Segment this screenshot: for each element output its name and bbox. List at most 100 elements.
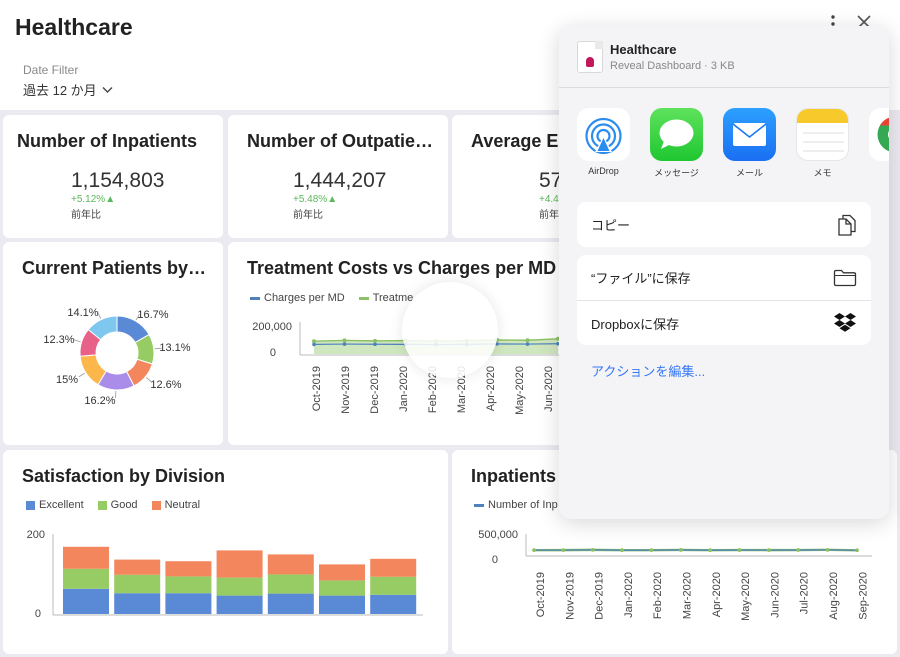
x-tick-label: Jun-2020 [543, 366, 555, 412]
data-point [796, 548, 801, 552]
x-tick-label: Jun-2020 [769, 572, 781, 618]
x-tick-label: Apr-2020 [711, 572, 723, 617]
x-tick-label: Oct-2019 [535, 572, 547, 617]
shared-file-name: Healthcare [610, 42, 677, 57]
share-action-save-dropbox[interactable]: Dropboxに保存 [577, 300, 871, 345]
current-patients-card[interactable]: Current Patients by… 16.7% 13.1% 12.6% 16.2… [3, 242, 223, 445]
data-point [532, 548, 536, 553]
kpi-title: Average E [471, 131, 559, 151]
notes-icon [796, 108, 849, 161]
share-app-messages[interactable]: メッセージ [650, 108, 703, 179]
date-filter-label: Date Filter [23, 63, 79, 77]
data-point [649, 548, 654, 553]
slice-label: 16.2% [84, 395, 115, 407]
satisfaction-card[interactable]: Satisfaction by Division Excellent Good … [3, 450, 448, 654]
share-action-save-files[interactable]: “ファイル”に保存 [577, 255, 871, 300]
x-tick-label: Aug-2020 [828, 572, 840, 620]
bar-segment [370, 594, 417, 614]
bar-segment [267, 593, 314, 614]
x-tick-label: May-2020 [514, 366, 526, 415]
x-tick-label: Mar-2020 [682, 572, 694, 619]
date-filter-dropdown[interactable]: 過去 12 か月 [23, 80, 113, 99]
share-app-row: AirDrop メッセージ メール メモ [577, 108, 889, 179]
kpi-value: 1,154,803 [71, 169, 165, 192]
chrome-icon [869, 108, 889, 161]
share-app-mail[interactable]: メール [723, 108, 776, 179]
slice-leader-line [73, 339, 81, 343]
share-app-notes[interactable]: メモ [796, 108, 849, 179]
data-point [525, 338, 530, 343]
bar-segment [63, 568, 109, 589]
y-tick-label: 0 [270, 347, 276, 359]
share-app-chrome[interactable]: Ch [869, 108, 889, 179]
share-action-copy[interactable]: コピー [577, 202, 871, 247]
bar-segment [216, 577, 263, 596]
x-tick-label: Jan-2020 [623, 572, 635, 618]
x-tick-label: Feb-2020 [652, 572, 664, 619]
y-tick-label: 0 [35, 608, 41, 620]
bar-segment [63, 546, 109, 569]
slice-label: 12.3% [43, 334, 74, 346]
bar-segment [267, 574, 314, 594]
airdrop-icon [577, 108, 630, 161]
data-point [767, 548, 771, 553]
app-label: AirDrop [588, 166, 619, 176]
touch-indicator [402, 282, 498, 378]
share-action-copy-group: コピー [577, 202, 871, 247]
bar-segment [114, 559, 161, 575]
bar-segment [165, 561, 212, 577]
edit-actions-link[interactable]: アクションを編集... [591, 361, 705, 380]
kpi-card-outpatients[interactable]: Number of Outpatie… 1,444,207 +5.48%▲ 前年… [228, 115, 448, 238]
kpi-delta: +5.12%▲ [71, 194, 116, 205]
app-label: メール [735, 168, 763, 178]
date-filter-value: 過去 12 か月 [23, 83, 97, 98]
slice-label: 12.6% [150, 379, 181, 391]
x-tick-label: Sep-2020 [857, 572, 869, 620]
data-point [708, 548, 713, 553]
bar-segment [114, 593, 161, 614]
data-point [312, 342, 316, 347]
shared-file-meta: Reveal Dashboard · 3 KB [610, 60, 735, 72]
bar-segment [216, 595, 263, 614]
data-point [373, 338, 377, 343]
bar-segment [370, 558, 417, 577]
share-app-airdrop[interactable]: AirDrop [577, 108, 630, 179]
share-sheet-header: Healthcare Reveal Dashboard · 3 KB [559, 26, 889, 88]
data-point [620, 548, 624, 553]
data-point [590, 547, 595, 552]
x-tick-label: May-2020 [740, 572, 752, 621]
data-point [525, 342, 530, 346]
bar-segment [370, 576, 417, 595]
mail-icon [723, 108, 776, 161]
dashboard-title: Healthcare [15, 14, 133, 40]
data-point [855, 548, 859, 553]
action-label: “ファイル”に保存 [591, 271, 691, 286]
y-tick-label: 500,000 [478, 529, 518, 541]
x-tick-label: Oct-2019 [311, 366, 323, 411]
kpi-value: 1,444,207 [293, 169, 387, 192]
share-action-save-group: “ファイル”に保存 Dropboxに保存 [577, 255, 871, 345]
kpi-sub: 前年比 [293, 210, 323, 221]
y-tick-label: 200,000 [252, 321, 292, 333]
x-tick-label: Nov-2019 [340, 366, 352, 414]
action-label: コピー [591, 218, 631, 233]
data-point [678, 548, 683, 552]
data-point [825, 547, 830, 552]
donut-chart: 16.7% 13.1% 12.6% 16.2% 15% 12.3% 14.1% [43, 307, 190, 407]
data-point [373, 342, 377, 347]
slice-label: 13.1% [159, 342, 190, 354]
satisfaction-bar-chart: 2000 [27, 529, 423, 620]
x-tick-label: Dec-2019 [594, 572, 606, 620]
dropbox-icon [834, 313, 856, 332]
bar-segment [267, 554, 314, 575]
kpi-card-inpatients[interactable]: Number of Inpatients 1,154,803 +5.12%▲ 前… [3, 115, 223, 238]
kpi-title: Number of Outpatie… [247, 131, 434, 151]
bar-segment [319, 564, 365, 581]
y-tick-label: 0 [492, 554, 498, 566]
kpi-sub: 前年比 [71, 210, 101, 221]
slice-leader-line [78, 372, 86, 378]
messages-icon [650, 108, 703, 161]
kpi-sub: 前年 [539, 210, 559, 221]
kpi-delta: +5.48%▲ [293, 194, 338, 205]
x-tick-label: Jan-2020 [398, 366, 410, 412]
